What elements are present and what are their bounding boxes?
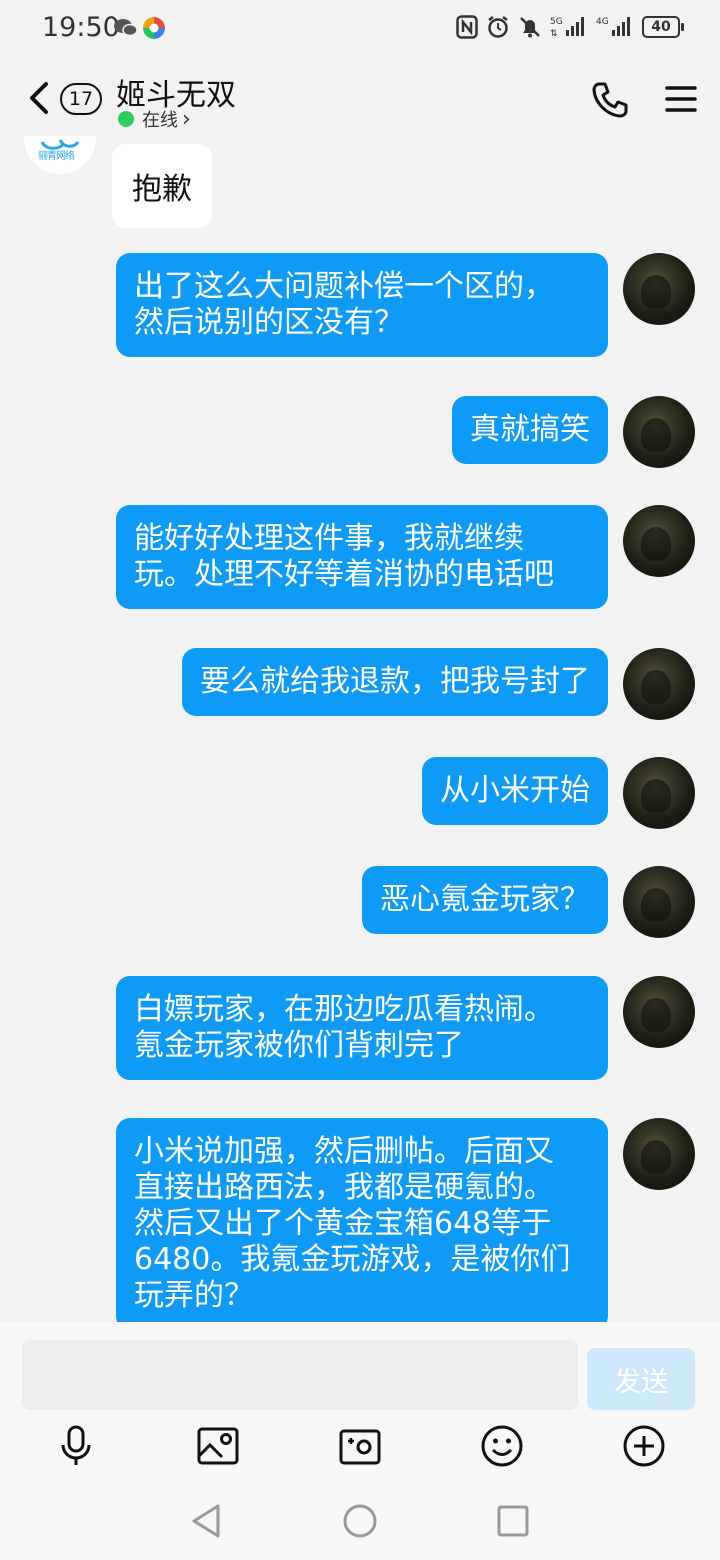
user-avatar[interactable] bbox=[623, 505, 695, 577]
outgoing-message[interactable]: 恶心氪金玩家？ bbox=[362, 866, 608, 934]
message-line: 氪金玩家被你们背刺完了 bbox=[134, 1028, 464, 1063]
message-line: 真就搞笑 bbox=[470, 412, 590, 447]
chevron-right-icon: › bbox=[182, 106, 191, 132]
incoming-message[interactable]: 抱歉 bbox=[112, 144, 212, 228]
battery-indicator: 40 bbox=[642, 16, 684, 38]
user-avatar[interactable] bbox=[623, 866, 695, 938]
outgoing-message[interactable]: 从小米开始 bbox=[422, 757, 608, 825]
back-arrow-icon[interactable] bbox=[24, 78, 56, 118]
app-notification-icon bbox=[143, 17, 165, 39]
status-bar: 19:50 5G ⇅ 4G 40 bbox=[0, 0, 720, 56]
emoji-icon[interactable] bbox=[480, 1424, 524, 1468]
outgoing-message[interactable]: 真就搞笑 bbox=[452, 396, 608, 464]
signal-5g-icon: 5G ⇅ bbox=[550, 17, 584, 39]
message-line: 然后说别的区没有？ bbox=[134, 305, 404, 340]
image-icon[interactable] bbox=[196, 1424, 240, 1468]
message-line: 要么就给我退款，把我号封了 bbox=[200, 664, 590, 699]
user-avatar[interactable] bbox=[623, 757, 695, 829]
svg-text:4G: 4G bbox=[596, 17, 609, 27]
unread-count-badge[interactable]: 17 bbox=[60, 83, 102, 115]
online-status-text: 在线 bbox=[142, 110, 178, 131]
online-dot-icon bbox=[118, 111, 134, 127]
message-line: 能好好处理这件事，我就继续 bbox=[134, 521, 524, 556]
message-line: 直接出路西法，我都是硬氪的。 bbox=[134, 1170, 554, 1205]
camera-icon[interactable] bbox=[338, 1424, 382, 1468]
microphone-icon[interactable] bbox=[54, 1424, 98, 1468]
alarm-icon bbox=[488, 16, 508, 38]
nfc-icon bbox=[456, 15, 478, 39]
wechat-icon bbox=[114, 19, 138, 37]
phone-icon[interactable] bbox=[590, 80, 630, 120]
message-line: 小米说加强，然后删帖。后面又 bbox=[134, 1134, 554, 1169]
message-line: 从小米开始 bbox=[440, 773, 590, 808]
user-avatar[interactable] bbox=[623, 976, 695, 1048]
svg-text:⇅: ⇅ bbox=[550, 29, 558, 39]
message-input[interactable] bbox=[22, 1340, 578, 1410]
mute-bell-icon bbox=[520, 17, 540, 38]
back-triangle-icon[interactable] bbox=[188, 1502, 226, 1540]
contact-avatar[interactable]: 骊青网络 bbox=[24, 136, 96, 174]
status-icons: 5G ⇅ 4G 40 bbox=[456, 10, 684, 44]
composer: 发送 bbox=[0, 1322, 720, 1482]
user-avatar[interactable] bbox=[623, 396, 695, 468]
company-logo-text: 骊青网络 bbox=[38, 151, 75, 162]
outgoing-message[interactable]: 小米说加强，然后删帖。后面又 直接出路西法，我都是硬氪的。 然后又出了个黄金宝箱… bbox=[116, 1118, 608, 1322]
user-avatar[interactable] bbox=[623, 253, 695, 325]
status-time: 19:50 bbox=[42, 12, 120, 43]
send-button[interactable]: 发送 bbox=[587, 1348, 695, 1410]
svg-text:5G: 5G bbox=[550, 17, 563, 27]
message-line: 白嫖玩家，在那边吃瓜看热闹。 bbox=[134, 992, 554, 1027]
message-line: 恶心氪金玩家？ bbox=[380, 882, 590, 917]
online-status[interactable]: 在线 › bbox=[118, 106, 191, 132]
home-circle-icon[interactable] bbox=[341, 1502, 379, 1540]
outgoing-message[interactable]: 要么就给我退款，把我号封了 bbox=[182, 648, 608, 716]
message-line: 然后又出了个黄金宝箱648等于 bbox=[134, 1206, 552, 1241]
signal-4g-icon: 4G bbox=[596, 17, 630, 36]
recents-square-icon[interactable] bbox=[494, 1502, 532, 1540]
plus-icon[interactable] bbox=[622, 1424, 666, 1468]
message-line: 玩。处理不好等着消协的电话吧 bbox=[134, 557, 554, 592]
message-list[interactable]: 骊青网络 抱歉 出了这么大问题补偿一个区的， 然后说别的区没有？ 真就搞笑 能好… bbox=[0, 136, 720, 1322]
menu-icon[interactable] bbox=[664, 82, 698, 116]
system-nav-bar bbox=[0, 1482, 720, 1560]
chat-header: 17 姬斗无双 在线 › bbox=[0, 56, 720, 136]
outgoing-message[interactable]: 出了这么大问题补偿一个区的， 然后说别的区没有？ bbox=[116, 253, 608, 357]
outgoing-message[interactable]: 能好好处理这件事，我就继续 玩。处理不好等着消协的电话吧 bbox=[116, 505, 608, 609]
message-line: 出了这么大问题补偿一个区的， bbox=[134, 269, 554, 304]
user-avatar[interactable] bbox=[623, 1118, 695, 1190]
user-avatar[interactable] bbox=[623, 648, 695, 720]
message-line: 6480。我氪金玩游戏，是被你们 bbox=[134, 1242, 571, 1277]
message-line: 玩弄的？ bbox=[134, 1278, 254, 1313]
outgoing-message[interactable]: 白嫖玩家，在那边吃瓜看热闹。 氪金玩家被你们背刺完了 bbox=[116, 976, 608, 1080]
